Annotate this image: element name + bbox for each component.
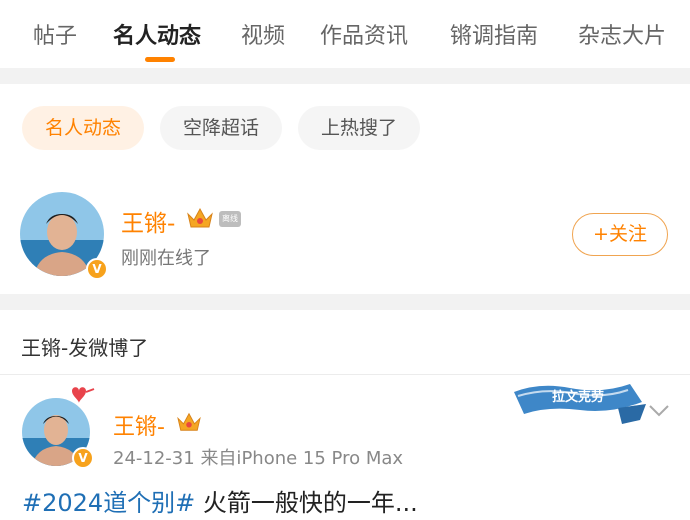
celebrity-name[interactable]: 王锵- xyxy=(121,204,175,238)
verified-badge-icon: V xyxy=(72,447,94,469)
post-source: 来自iPhone 15 Pro Max xyxy=(200,448,404,469)
top-tab-bar: 帖子 名人动态 视频 作品资讯 锵调指南 杂志大片 xyxy=(0,0,690,68)
ribbon-text: 拉文克劳 xyxy=(552,389,604,405)
chip-airdrop[interactable]: 空降超话 xyxy=(160,106,282,150)
crown-icon xyxy=(177,412,201,431)
section-divider xyxy=(0,294,690,310)
tab-works-news[interactable]: 作品资讯 xyxy=(320,18,408,50)
tab-guide[interactable]: 锵调指南 xyxy=(450,18,538,50)
post-text[interactable]: #2024道个别# 火箭一般快的一年... xyxy=(22,483,418,518)
online-status: 刚刚在线了 xyxy=(121,248,211,269)
tab-posts[interactable]: 帖子 xyxy=(33,18,77,50)
tab-videos[interactable]: 视频 xyxy=(241,18,285,50)
verified-badge-icon: V xyxy=(86,258,108,280)
section-title: 王锵-发微博了 xyxy=(21,336,149,360)
house-ribbon-badge: 拉文克劳 xyxy=(514,384,646,424)
divider xyxy=(0,374,690,375)
post-body: 火箭一般快的一年... xyxy=(195,489,418,517)
active-tab-indicator xyxy=(145,57,175,62)
post-date: 24-12-31 xyxy=(113,448,195,469)
chip-celebrity-news[interactable]: 名人动态 xyxy=(22,106,144,150)
post-meta: 24-12-31 来自iPhone 15 Pro Max xyxy=(113,444,403,470)
crown-icon xyxy=(187,207,213,228)
tab-magazine[interactable]: 杂志大片 xyxy=(578,18,666,50)
offline-tag: 离线 xyxy=(219,211,241,227)
tab-celebrity-news[interactable]: 名人动态 xyxy=(113,18,201,50)
post-author-name[interactable]: 王锵- xyxy=(113,409,165,441)
follow-button[interactable]: +关注 xyxy=(572,213,668,256)
chip-trending[interactable]: 上热搜了 xyxy=(298,106,420,150)
chevron-down-icon[interactable] xyxy=(648,404,670,418)
post-hashtag[interactable]: #2024道个别# xyxy=(22,489,195,517)
section-divider xyxy=(0,68,690,84)
